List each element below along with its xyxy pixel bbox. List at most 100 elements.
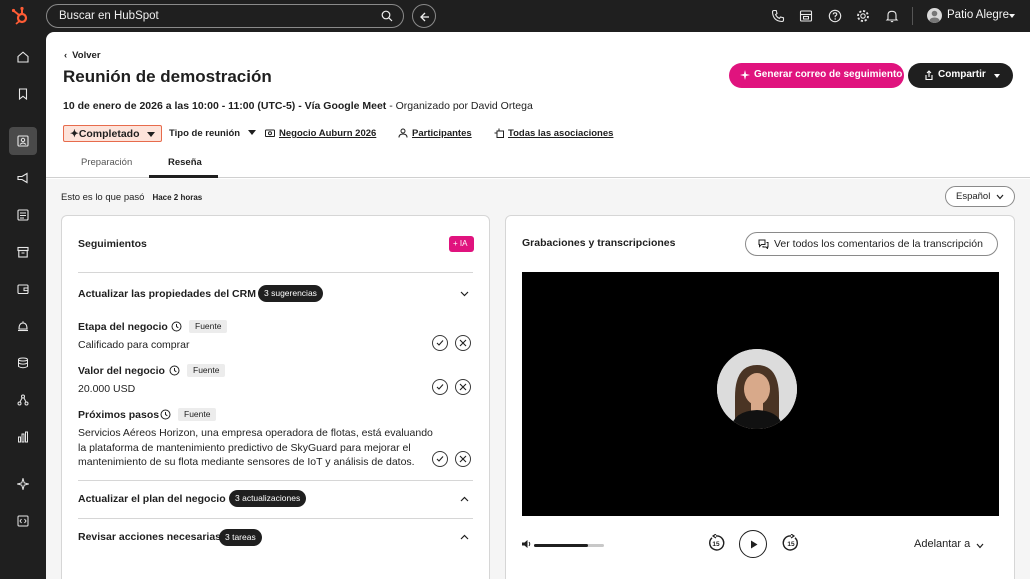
home-icon — [17, 51, 29, 63]
check-icon — [436, 340, 444, 346]
sidebar-item-development[interactable] — [11, 509, 35, 533]
status-label: Completado — [78, 128, 140, 140]
search-placeholder: Buscar en HubSpot — [59, 10, 159, 22]
meeting-meta: 10 de enero de 2026 a las 10:00 - 11:00 … — [63, 100, 533, 112]
sidebar-item-marketing[interactable] — [11, 166, 35, 190]
sidebar-item-breeze[interactable] — [11, 472, 35, 496]
sidebar-item-commerce[interactable] — [11, 277, 35, 301]
video-player[interactable] — [522, 272, 999, 516]
field-value-deal-stage: Calificado para comprar — [78, 339, 190, 351]
sidebar-item-content[interactable] — [11, 203, 35, 227]
crm-section-title[interactable]: Actualizar las propiedades del CRM — [78, 288, 256, 300]
settings-gear-icon[interactable] — [856, 9, 870, 23]
participant-avatar — [717, 349, 797, 429]
divider — [78, 518, 473, 519]
field-value-next-steps: Servicios Aéreos Horizon, una empresa op… — [78, 427, 433, 468]
rewind-seconds-label: 15 — [712, 541, 720, 548]
notifications-bell-icon[interactable] — [885, 9, 899, 23]
megaphone-icon — [17, 172, 28, 184]
sidebar-item-service[interactable] — [11, 314, 35, 338]
deal-link[interactable]: Negocio Auburn 2026 — [265, 128, 376, 139]
account-avatar[interactable] — [927, 8, 942, 23]
generate-followup-email-button[interactable]: Generar correo de seguimiento — [729, 63, 904, 88]
sidebar-item-data[interactable] — [11, 351, 35, 375]
associations-link[interactable]: Todas las asociaciones — [494, 128, 613, 139]
share-button[interactable]: Compartir — [908, 63, 1013, 88]
deal-icon — [265, 129, 275, 137]
accept-button[interactable] — [432, 451, 448, 467]
followups-card: Seguimientos + IA Actualizar las propied… — [61, 215, 490, 579]
tasks-count-badge: 3 tareas — [219, 529, 262, 546]
ai-badge-label: IA — [459, 239, 468, 248]
volume-level — [534, 544, 588, 547]
share-button-label: Compartir — [938, 69, 986, 80]
source-tag[interactable]: Fuente — [178, 408, 217, 421]
search-icon[interactable] — [381, 10, 393, 22]
summary-text: Esto es lo que pasó — [61, 192, 145, 203]
status-dropdown[interactable]: ✦Completado — [63, 125, 163, 142]
sidebar-item-sales[interactable] — [11, 240, 35, 264]
account-caret-icon[interactable] — [1009, 14, 1015, 18]
accept-button[interactable] — [432, 379, 448, 395]
back-link[interactable]: ‹ Volver — [64, 50, 101, 61]
reject-button[interactable] — [455, 335, 471, 351]
history-icon[interactable] — [169, 365, 180, 376]
service-bell-icon — [18, 321, 28, 332]
comments-icon — [758, 239, 769, 249]
participants-link[interactable]: Participantes — [398, 128, 472, 139]
summary-line: Esto es lo que pasó Hace 2 horas — [61, 192, 202, 203]
help-icon[interactable] — [828, 9, 842, 23]
divider — [78, 272, 473, 273]
actions-section-title[interactable]: Revisar acciones necesarias — [78, 531, 221, 543]
accept-button[interactable] — [432, 335, 448, 351]
sidebar-item-home[interactable] — [11, 45, 35, 69]
associations-icon — [494, 128, 504, 138]
field-label-deal-value: Valor del negocio — [78, 365, 165, 377]
account-name[interactable]: Patio Alegre — [947, 9, 1009, 21]
history-back-button[interactable] — [412, 4, 436, 28]
plan-section-title[interactable]: Actualizar el plan del negocio — [78, 493, 226, 505]
sidebar-item-bookmarks[interactable] — [11, 82, 35, 106]
rewind-15-icon[interactable]: 15 — [707, 534, 725, 552]
tab-review[interactable]: Reseña — [168, 157, 202, 168]
play-icon — [751, 540, 758, 549]
phone-icon[interactable] — [771, 9, 785, 23]
jump-to-dropdown[interactable]: Adelantar a — [914, 538, 984, 550]
workflow-icon — [17, 394, 29, 406]
sparkle-icon — [740, 70, 750, 80]
view-transcript-comments-button[interactable]: Ver todos los comentarios de la transcri… — [745, 232, 998, 256]
chevron-down-icon[interactable] — [460, 291, 469, 297]
sidebar-item-automation[interactable] — [11, 388, 35, 412]
forward-15-icon[interactable]: 15 — [782, 534, 800, 552]
source-tag[interactable]: Fuente — [189, 320, 228, 333]
summary-timestamp: Hace 2 horas — [152, 193, 203, 202]
arrow-icon — [420, 12, 429, 22]
meeting-type-label: Tipo de reunión — [169, 128, 241, 139]
followups-title: Seguimientos — [78, 238, 147, 250]
history-icon[interactable] — [160, 409, 171, 420]
reject-button[interactable] — [455, 379, 471, 395]
tab-preparation[interactable]: Preparación — [81, 157, 132, 168]
chevron-up-icon[interactable] — [460, 534, 469, 540]
caret-down-icon — [248, 130, 257, 135]
meeting-type-dropdown[interactable]: Tipo de reunión — [169, 128, 257, 139]
updates-count-badge: 3 actualizaciones — [229, 490, 307, 507]
marketplace-icon[interactable] — [799, 9, 813, 23]
sidebar-item-reporting[interactable] — [11, 425, 35, 449]
language-select[interactable]: Español — [945, 186, 1015, 207]
source-tag[interactable]: Fuente — [187, 364, 226, 377]
close-icon — [459, 339, 467, 347]
suggestions-count-badge: 3 sugerencias — [258, 285, 323, 302]
volume-icon[interactable] — [521, 539, 532, 549]
reject-button[interactable] — [455, 451, 471, 467]
volume-slider[interactable] — [534, 544, 604, 547]
history-icon[interactable] — [171, 321, 182, 332]
ai-badge[interactable]: + IA — [449, 236, 474, 252]
sparkle-icon: + — [453, 239, 460, 248]
hubspot-logo-icon[interactable] — [10, 6, 30, 26]
search-input[interactable]: Buscar en HubSpot — [46, 4, 404, 28]
close-icon — [459, 383, 467, 391]
play-button[interactable] — [739, 530, 767, 558]
sidebar-item-crm[interactable] — [9, 127, 37, 155]
chevron-up-icon[interactable] — [460, 496, 469, 502]
